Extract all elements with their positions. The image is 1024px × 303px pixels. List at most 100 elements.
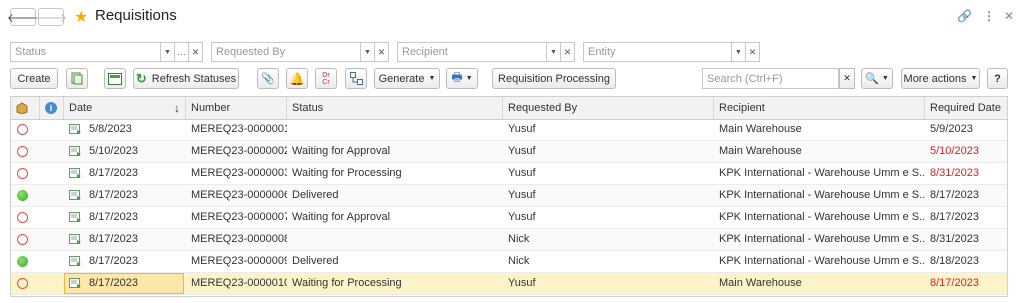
generate-button[interactable]: Generate ▼ [374, 68, 440, 89]
document-icon [69, 256, 81, 266]
sort-down-icon: ↓ [174, 101, 180, 115]
chevron-down-icon: ▼ [881, 75, 889, 82]
cell-date: 8/17/2023 [89, 167, 138, 179]
status-filter-input[interactable]: Status [10, 42, 160, 62]
cell-date: 8/17/2023 [89, 255, 138, 267]
header-status[interactable]: Status [287, 97, 503, 119]
chevron-down-icon[interactable]: ▼ [731, 42, 746, 62]
paperclip-icon: 📎 [261, 73, 275, 85]
more-actions-button[interactable]: More actions ▼ [901, 68, 980, 89]
close-icon[interactable]: ✕ [1004, 9, 1014, 23]
cell-requested-by: Yusuf [508, 123, 536, 135]
search-icon: 🔍 [865, 73, 879, 85]
cell-status [287, 229, 503, 251]
header-recipient[interactable]: Recipient [714, 97, 925, 119]
cell-recipient: Main Warehouse [719, 277, 802, 289]
report-icon [108, 72, 122, 85]
requisition-processing-button[interactable]: Requisition Processing [492, 68, 616, 89]
cell-recipient: KPK International - Warehouse Umm e S... [719, 255, 925, 267]
header-state-column[interactable] [11, 97, 40, 119]
clear-icon[interactable]: ✕ [561, 42, 575, 62]
cell-date: 8/17/2023 [89, 211, 138, 223]
requisitions-table[interactable]: i Date ↓ Number Status Requested By Reci… [10, 96, 1008, 297]
structure-button[interactable] [345, 68, 367, 89]
header-info-column[interactable]: i [40, 97, 64, 119]
refresh-statuses-button[interactable]: ↻ Refresh Statuses [133, 68, 239, 89]
search-input[interactable]: Search (Ctrl+F) [702, 68, 839, 89]
requested-by-filter[interactable]: Requested By ▼ ✕ [211, 42, 389, 62]
cell-requested-by: Yusuf [508, 167, 536, 179]
cell-date: 8/17/2023 [89, 277, 138, 289]
cell-status [287, 119, 503, 141]
favorite-star-icon[interactable]: ★ [74, 7, 88, 27]
attachments-button[interactable]: 📎 [257, 68, 279, 89]
search-button[interactable]: 🔍 ▼ [861, 68, 893, 89]
status-filter[interactable]: Status ▼ … ✕ [10, 42, 203, 62]
cell-required-date: 5/10/2023 [930, 145, 979, 157]
cell-required-date: 8/17/2023 [930, 189, 979, 201]
help-button[interactable]: ? [987, 68, 1008, 89]
chevron-down-icon[interactable]: ▼ [160, 42, 175, 62]
cell-requested-by: Yusuf [508, 145, 536, 157]
clear-icon[interactable]: ✕ [375, 42, 389, 62]
document-icon [69, 234, 81, 244]
arrow-right-icon: 🡒 [34, 10, 68, 25]
entity-filter[interactable]: Entity ▼ ✕ [583, 42, 760, 62]
table-row[interactable]: 5/10/2023 MEREQ23-0000002 Waiting for Appr… [11, 141, 1007, 163]
status-open-icon [17, 168, 28, 179]
table-row[interactable]: 8/17/2023 MEREQ23-0000008 Nick KPK Internat… [11, 229, 1007, 251]
dr-cr-icon: Dr Cr [322, 71, 330, 86]
header-date[interactable]: Date ↓ [64, 97, 186, 119]
debit-credit-button[interactable]: Dr Cr [315, 68, 337, 89]
document-icon [69, 278, 81, 288]
cell-required-date: 8/17/2023 [930, 277, 979, 289]
chevron-down-icon[interactable]: ▼ [360, 42, 375, 62]
clear-icon[interactable]: ✕ [189, 42, 203, 62]
requested-by-filter-input[interactable]: Requested By [211, 42, 360, 62]
table-header: i Date ↓ Number Status Requested By Reci… [11, 97, 1007, 120]
more-menu-icon[interactable]: ⋮ [983, 9, 995, 23]
more-actions-label: More actions [903, 72, 967, 85]
table-row[interactable]: 8/17/2023 MEREQ23-0000006 Delivered Yusuf KP… [11, 185, 1007, 207]
cell-number: MEREQ23-0000006 [191, 189, 287, 201]
status-open-icon [17, 124, 28, 135]
table-row[interactable]: 8/17/2023 MEREQ23-0000009 Delivered Nick KPK… [11, 251, 1007, 273]
recipient-filter[interactable]: Recipient ▼ ✕ [397, 42, 575, 62]
chevron-down-icon[interactable]: ▼ [546, 42, 561, 62]
cell-required-date: 8/18/2023 [930, 255, 979, 267]
reminder-button[interactable]: 🔔 [286, 68, 308, 89]
recipient-filter-input[interactable]: Recipient [397, 42, 546, 62]
status-done-icon [17, 256, 28, 267]
cell-number: MEREQ23-0000002 [191, 145, 287, 157]
print-button[interactable]: 🖶 ▼ [446, 68, 478, 89]
cell-recipient: Main Warehouse [719, 145, 802, 157]
header-number[interactable]: Number [186, 97, 287, 119]
header-requested-by[interactable]: Requested By [503, 97, 714, 119]
clear-icon[interactable]: ✕ [746, 42, 760, 62]
refresh-statuses-label: Refresh Statuses [151, 72, 237, 85]
table-row[interactable]: 5/8/2023 MEREQ23-0000001 Yusuf Main Warehou… [11, 119, 1007, 141]
status-open-icon [17, 146, 28, 157]
report-button[interactable] [104, 68, 126, 89]
create-button[interactable]: Create [10, 68, 58, 89]
entity-filter-input[interactable]: Entity [583, 42, 731, 62]
cell-number: MEREQ23-0000009 [191, 255, 287, 267]
cell-date: 8/17/2023 [89, 233, 138, 245]
chevron-down-icon: ▼ [465, 75, 473, 82]
table-row[interactable]: 8/17/2023 MEREQ23-0000007 Waiting for Appr… [11, 207, 1007, 229]
cell-requested-by: Yusuf [508, 277, 536, 289]
back-button[interactable]: 🡐 [7, 8, 39, 26]
cell-required-date: 8/31/2023 [930, 233, 979, 245]
forward-button[interactable]: 🡒 [34, 8, 68, 26]
table-row[interactable]: 8/17/2023 MEREQ23-0000003 Waiting for Proc… [11, 163, 1007, 185]
table-row[interactable]: 8/17/2023 MEREQ23-0000010 Waiting for Proc… [11, 273, 1007, 295]
copy-button[interactable] [66, 68, 88, 89]
header-required-date[interactable]: Required Date [925, 97, 1007, 119]
select-more-button[interactable]: … [175, 42, 189, 62]
cell-number: MEREQ23-0000001 [191, 123, 287, 135]
link-icon[interactable]: 🔗 [957, 9, 972, 23]
status-done-icon [17, 190, 28, 201]
cell-recipient: Main Warehouse [719, 123, 802, 135]
clear-search-button[interactable]: ✕ [839, 68, 855, 89]
page-title: Requisitions [95, 7, 177, 24]
